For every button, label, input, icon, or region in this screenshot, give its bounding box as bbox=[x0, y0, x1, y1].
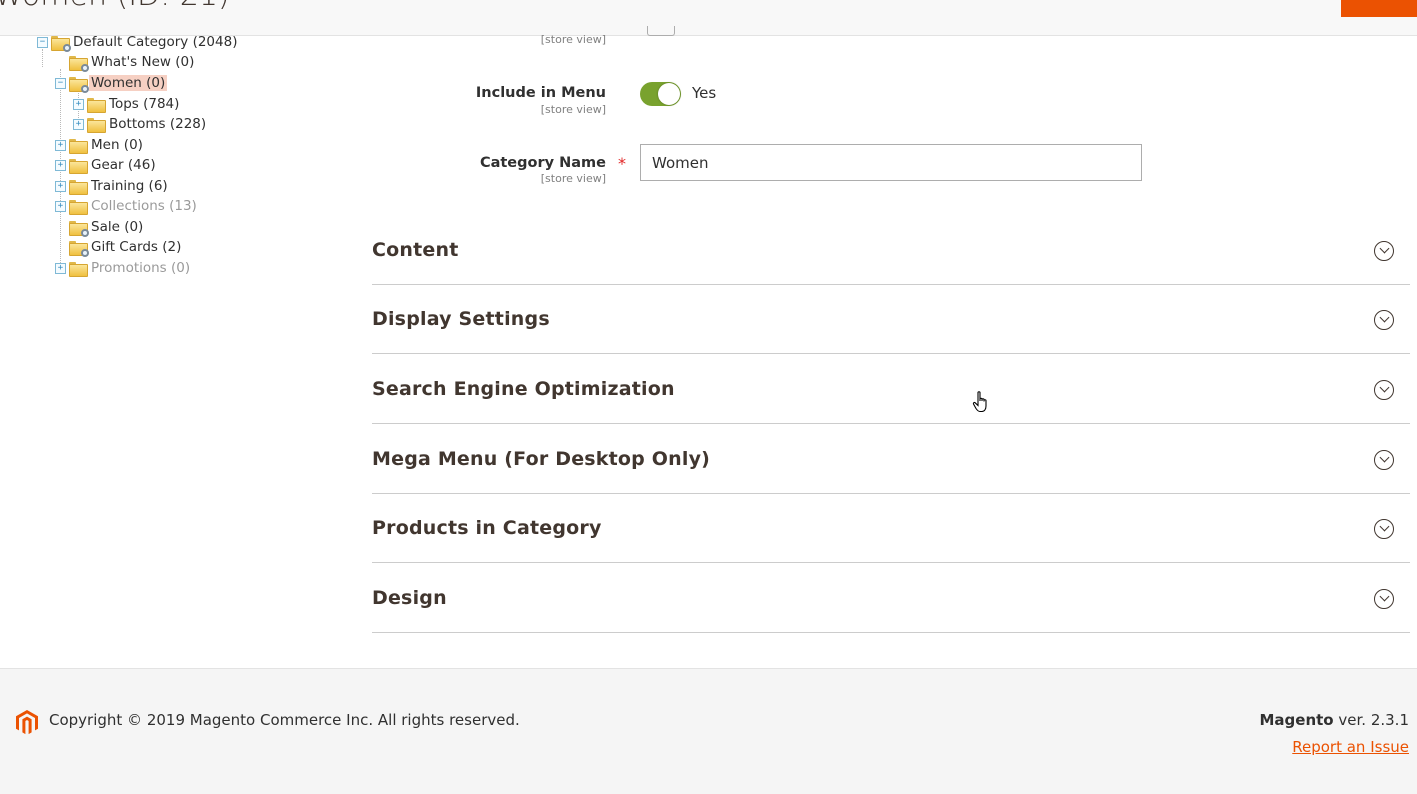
tree-node-label: Women (0) bbox=[89, 75, 168, 91]
section-display-settings[interactable]: Display Settings bbox=[372, 284, 1410, 354]
tree-node-tops[interactable]: + Tops (784) bbox=[73, 94, 181, 114]
chevron-down-icon[interactable] bbox=[1374, 588, 1394, 609]
section-content[interactable]: Content bbox=[372, 215, 1410, 285]
tree-node-women[interactable]: − Women (0) bbox=[55, 73, 168, 93]
tree-node-label: What's New (0) bbox=[91, 54, 195, 70]
tree-node-gear[interactable]: + Gear (46) bbox=[55, 155, 158, 175]
category-name-label: Category Name bbox=[479, 155, 606, 171]
required-mark: * bbox=[618, 154, 626, 173]
search-lens-icon bbox=[81, 248, 89, 257]
section-title: Design bbox=[372, 586, 447, 609]
expand-icon[interactable]: + bbox=[55, 200, 66, 212]
expand-icon[interactable]: + bbox=[55, 180, 66, 192]
chevron-down-icon[interactable] bbox=[1374, 240, 1394, 261]
tree-node-training[interactable]: + Training (6) bbox=[55, 176, 170, 196]
tree-node-label: Sale (0) bbox=[91, 219, 144, 235]
search-lens-icon bbox=[81, 63, 89, 72]
search-lens-icon bbox=[81, 228, 89, 237]
expand-icon[interactable]: + bbox=[55, 262, 66, 274]
folder-icon bbox=[69, 76, 89, 93]
folder-icon bbox=[87, 97, 106, 113]
tree-node-label: Default Category (2048) bbox=[73, 34, 238, 50]
folder-icon bbox=[69, 199, 88, 215]
section-search-engine-optimization[interactable]: Search Engine Optimization bbox=[372, 354, 1410, 424]
include-in-menu-value: Yes bbox=[692, 84, 717, 102]
folder-icon bbox=[69, 179, 88, 195]
report-issue-link[interactable]: Report an Issue bbox=[1292, 738, 1409, 756]
scope-label: [store view] bbox=[540, 103, 606, 116]
section-title: Content bbox=[372, 238, 459, 261]
previous-field-toggle[interactable] bbox=[647, 26, 675, 36]
category-name-input[interactable] bbox=[640, 144, 1142, 181]
folder-icon bbox=[69, 240, 89, 257]
search-lens-icon bbox=[63, 43, 71, 52]
section-title: Mega Menu (For Desktop Only) bbox=[372, 447, 711, 470]
expand-icon[interactable]: + bbox=[73, 98, 84, 110]
expand-icon[interactable]: + bbox=[55, 159, 66, 171]
section-mega-menu[interactable]: Mega Menu (For Desktop Only) bbox=[372, 424, 1410, 494]
tree-node-collections[interactable]: + Collections (13) bbox=[55, 196, 199, 216]
tree-node-label: Promotions (0) bbox=[91, 260, 191, 276]
version-number: ver. 2.3.1 bbox=[1333, 711, 1409, 729]
folder-icon bbox=[69, 158, 88, 174]
chevron-down-icon[interactable] bbox=[1374, 309, 1394, 330]
section-title: Search Engine Optimization bbox=[372, 377, 675, 400]
expand-icon[interactable]: + bbox=[73, 118, 84, 130]
folder-icon bbox=[87, 117, 106, 133]
folder-icon bbox=[69, 220, 89, 237]
tree-node-gift-cards[interactable]: Gift Cards (2) bbox=[55, 237, 183, 257]
copyright-text: Copyright © 2019 Magento Commerce Inc. A… bbox=[49, 711, 520, 729]
tree-node-label: Training (6) bbox=[91, 178, 168, 194]
save-button[interactable] bbox=[1341, 0, 1417, 17]
expand-icon[interactable]: + bbox=[55, 139, 66, 151]
tree-node-men[interactable]: + Men (0) bbox=[55, 135, 145, 155]
hand-cursor-icon bbox=[972, 391, 987, 413]
chevron-down-icon[interactable] bbox=[1374, 379, 1394, 400]
folder-icon bbox=[69, 55, 89, 72]
toggle-knob bbox=[658, 83, 680, 105]
section-title: Products in Category bbox=[372, 516, 602, 539]
folder-icon bbox=[51, 35, 71, 52]
section-products-in-category[interactable]: Products in Category bbox=[372, 493, 1410, 563]
tree-node-label: Tops (784) bbox=[109, 96, 180, 112]
folder-icon bbox=[69, 138, 88, 154]
tree-node-label: Gift Cards (2) bbox=[91, 239, 182, 255]
scope-label: [store view] bbox=[540, 172, 606, 185]
include-in-menu-toggle[interactable] bbox=[640, 82, 681, 106]
scope-label: [store view] bbox=[540, 33, 606, 46]
folder-icon bbox=[69, 261, 88, 277]
chevron-down-icon[interactable] bbox=[1374, 449, 1394, 470]
version-info: Magento ver. 2.3.1 bbox=[1260, 711, 1410, 729]
page-title: Women (ID: 21) bbox=[0, 0, 230, 13]
chevron-down-icon[interactable] bbox=[1374, 518, 1394, 539]
tree-node-whats-new[interactable]: What's New (0) bbox=[55, 52, 196, 72]
page-footer: Copyright © 2019 Magento Commerce Inc. A… bbox=[0, 668, 1417, 794]
collapse-icon[interactable]: − bbox=[55, 77, 66, 89]
tree-node-promotions[interactable]: + Promotions (0) bbox=[55, 258, 192, 278]
section-title: Display Settings bbox=[372, 307, 550, 330]
tree-node-label: Gear (46) bbox=[91, 157, 156, 173]
collapse-icon[interactable]: − bbox=[37, 36, 48, 48]
include-in-menu-label: Include in Menu bbox=[475, 85, 606, 101]
brand-name: Magento bbox=[1259, 711, 1334, 729]
tree-node-label: Bottoms (228) bbox=[109, 116, 207, 132]
tree-node-default-category[interactable]: − Default Category (2048) bbox=[37, 32, 239, 52]
tree-node-bottoms[interactable]: + Bottoms (228) bbox=[73, 114, 208, 134]
section-design[interactable]: Design bbox=[372, 563, 1410, 633]
magento-logo-icon bbox=[16, 710, 38, 735]
page-header: Women (ID: 21) bbox=[0, 0, 1417, 36]
tree-node-label: Collections (13) bbox=[91, 198, 197, 214]
tree-node-label: Men (0) bbox=[91, 137, 143, 153]
search-lens-icon bbox=[81, 84, 89, 93]
tree-node-sale[interactable]: Sale (0) bbox=[55, 217, 145, 237]
